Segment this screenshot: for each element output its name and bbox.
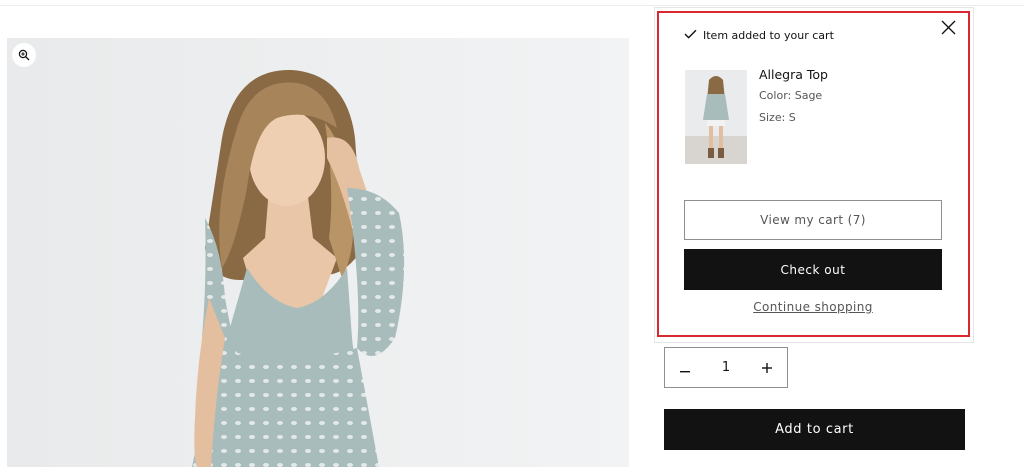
plus-icon [762,358,772,377]
product-image[interactable] [7,38,629,467]
cart-notification [654,7,974,343]
cart-item-color: Color: Sage [759,89,823,102]
quantity-increase-button[interactable] [747,348,787,387]
zoom-button[interactable] [12,43,36,67]
checkout-button[interactable]: Check out [684,249,942,290]
continue-shopping-link[interactable]: Continue shopping [684,300,942,314]
header-divider [0,5,1024,6]
close-icon [941,20,956,39]
cart-item-thumbnail [685,70,747,164]
add-to-cart-button[interactable]: Add to cart [664,409,965,450]
zoom-in-icon [18,46,30,65]
product-photo [7,38,629,467]
quantity-input[interactable]: 1 [705,360,747,375]
close-notification-button[interactable] [938,19,958,39]
minus-icon [680,358,690,377]
cart-item-name: Allegra Top [759,67,828,82]
cart-notification-heading: Item added to your cart [684,29,834,42]
cart-item-size: Size: S [759,111,796,124]
view-cart-button[interactable]: View my cart (7) [684,200,942,240]
check-icon [684,29,697,42]
cart-notification-heading-text: Item added to your cart [703,29,834,42]
quantity-selector: 1 [664,347,788,388]
quantity-decrease-button[interactable] [665,348,705,387]
